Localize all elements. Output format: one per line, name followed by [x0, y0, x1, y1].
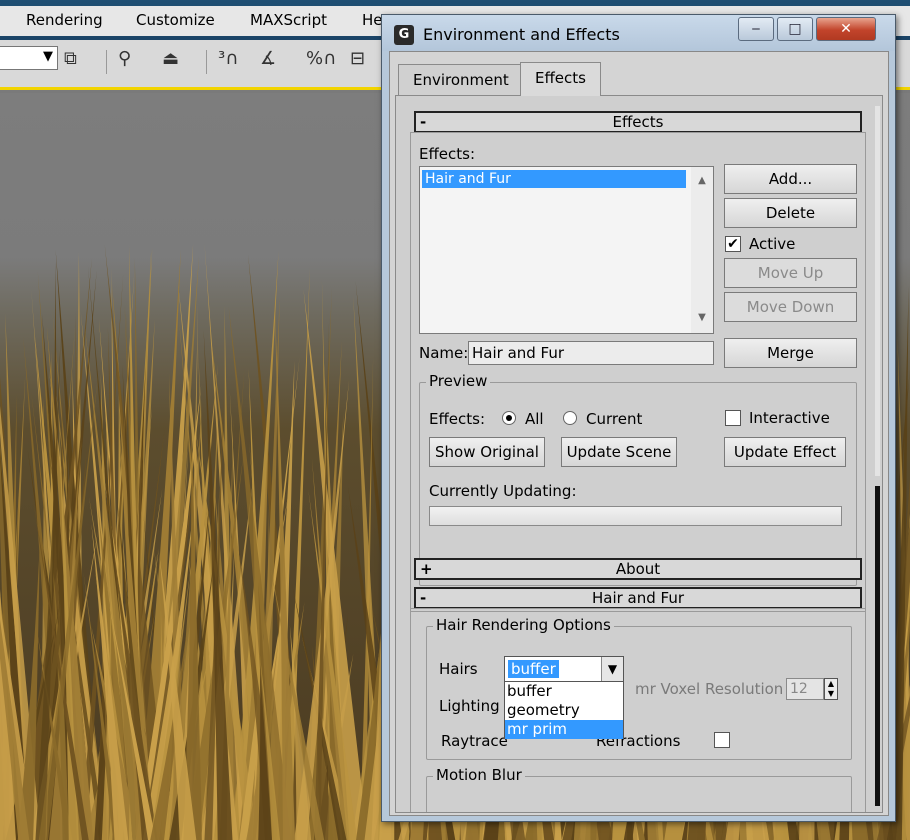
collapse-icon: - — [420, 589, 427, 607]
add-button[interactable]: Add... — [724, 164, 857, 194]
preview-effects-label: Effects: — [429, 410, 486, 428]
motion-blur-group: Motion Blur — [426, 766, 852, 812]
effects-listbox[interactable]: Hair and Fur ▲ ▼ — [419, 166, 714, 334]
voxel-resolution-field[interactable]: 12 — [786, 678, 824, 700]
spinner-snap-icon[interactable]: ⊟ — [350, 48, 365, 69]
voxel-resolution-spinner[interactable]: ▲ ▼ — [824, 678, 838, 700]
close-button[interactable]: ✕ — [816, 17, 876, 41]
toolbar-divider — [106, 50, 107, 74]
about-rollout-header[interactable]: + About — [414, 558, 862, 580]
move-down-button[interactable]: Move Down — [724, 292, 857, 322]
rollout-title: Effects — [612, 113, 664, 131]
hairs-dropdown-list[interactable]: buffer geometry mr prim — [504, 681, 624, 739]
active-label: Active — [749, 235, 796, 253]
menu-help[interactable]: He — [362, 11, 383, 29]
update-effect-button[interactable]: Update Effect — [724, 437, 846, 467]
chevron-down-icon: ▼ — [43, 49, 53, 64]
collapse-icon: - — [420, 113, 427, 131]
hairs-option-buffer[interactable]: buffer — [505, 682, 623, 701]
hairs-option-geometry[interactable]: geometry — [505, 701, 623, 720]
minimize-button[interactable]: ‒ — [738, 17, 774, 41]
dialog-titlebar[interactable]: G Environment and Effects ‒ □ ✕ — [382, 15, 895, 51]
move-up-button[interactable]: Move Up — [724, 258, 857, 288]
hair-fur-rollout-header[interactable]: - Hair and Fur — [414, 587, 862, 609]
effects-list-label: Effects: — [419, 145, 476, 163]
name-label: Name: — [419, 344, 469, 362]
hairs-dropdown[interactable]: buffer ▼ — [504, 656, 624, 682]
snap-3d-icon[interactable]: ³∩ — [218, 48, 238, 69]
scrollbar-track — [875, 106, 880, 476]
current-radio-label: Current — [586, 410, 643, 428]
maximize-button[interactable]: □ — [777, 17, 813, 41]
expand-icon: + — [420, 560, 433, 578]
hairs-label: Hairs — [439, 660, 478, 678]
active-checkbox[interactable]: ✔ — [725, 236, 741, 252]
rollout-title: Hair and Fur — [591, 589, 685, 607]
list-item[interactable]: Hair and Fur — [422, 170, 686, 188]
lighting-label: Lighting — [439, 697, 500, 715]
effects-tab-panel: - Effects Effects: Hair and Fur ▲ ▼ Add.… — [395, 95, 883, 813]
effects-rollout-header[interactable]: - Effects — [414, 111, 862, 133]
rollout-title: About — [615, 560, 661, 578]
dialog-client: Environment Effects - Effects Effects: H… — [389, 51, 889, 816]
app-logo-icon: G — [394, 25, 414, 45]
merge-button[interactable]: Merge — [724, 338, 857, 368]
tab-environment[interactable]: Environment — [398, 64, 524, 96]
scrollbar-thumb[interactable] — [875, 486, 880, 806]
scroll-up-icon[interactable]: ▲ — [691, 175, 713, 186]
upload-icon[interactable]: ⏏ — [162, 48, 179, 69]
currently-updating-label: Currently Updating: — [429, 482, 577, 500]
current-radio[interactable] — [563, 411, 577, 425]
chevron-down-icon[interactable]: ▼ — [601, 657, 623, 681]
update-scene-button[interactable]: Update Scene — [561, 437, 677, 467]
selection-set-combo[interactable]: ▼ — [0, 46, 58, 70]
mirror-icon[interactable]: ⧉ — [64, 48, 77, 69]
all-radio[interactable] — [502, 411, 516, 425]
schematic-icon[interactable]: ⚲ — [118, 48, 131, 69]
all-radio-label: All — [525, 410, 544, 428]
raytrace-checkbox[interactable] — [714, 732, 730, 748]
update-progress-bar — [429, 506, 842, 526]
environment-effects-dialog: G Environment and Effects ‒ □ ✕ Environm… — [381, 14, 896, 822]
angle-snap-icon[interactable]: ∡ — [260, 48, 276, 69]
raytrace-label: Raytrace — [441, 732, 508, 750]
menu-customize[interactable]: Customize — [136, 11, 215, 29]
hairs-selected-value: buffer — [508, 660, 559, 678]
panel-scrollbar[interactable] — [873, 96, 882, 812]
name-field[interactable]: Hair and Fur — [468, 341, 714, 365]
percent-snap-icon[interactable]: %∩ — [306, 48, 336, 69]
listbox-scrollbar[interactable]: ▲ ▼ — [691, 167, 713, 333]
scroll-down-icon[interactable]: ▼ — [691, 312, 713, 323]
menu-rendering[interactable]: Rendering — [26, 11, 103, 29]
tab-effects[interactable]: Effects — [520, 62, 601, 96]
hair-rendering-options-label: Hair Rendering Options — [433, 616, 614, 634]
preview-group-label: Preview — [426, 372, 491, 390]
hairs-option-mr-prim[interactable]: mr prim — [505, 720, 623, 739]
delete-button[interactable]: Delete — [724, 198, 857, 228]
interactive-checkbox[interactable] — [725, 410, 741, 426]
interactive-label: Interactive — [749, 409, 830, 427]
motion-blur-label: Motion Blur — [433, 766, 525, 784]
toolbar-divider — [206, 50, 207, 74]
dialog-title: Environment and Effects — [423, 25, 620, 44]
voxel-resolution-label: mr Voxel Resolution — [635, 680, 784, 698]
menu-maxscript[interactable]: MAXScript — [250, 11, 327, 29]
show-original-button[interactable]: Show Original — [429, 437, 545, 467]
